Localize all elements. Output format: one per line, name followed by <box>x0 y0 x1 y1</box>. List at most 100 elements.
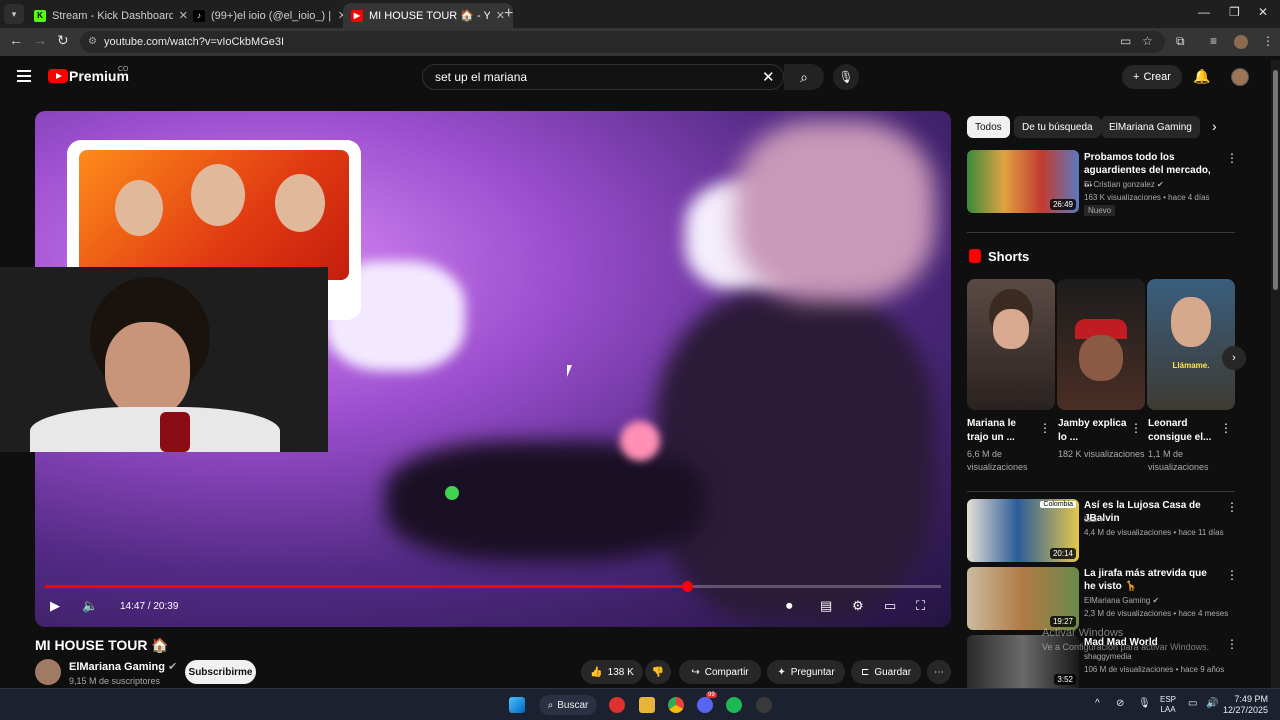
more-vert-icon[interactable]: ⋮ <box>1130 421 1142 435</box>
user-avatar[interactable] <box>1231 68 1249 86</box>
rec-channel-text: El Cristian gonzalez <box>1084 180 1155 189</box>
chip-channel[interactable]: ElMariana Gaming <box>1101 116 1200 138</box>
obs-icon[interactable] <box>609 697 625 713</box>
more-vert-icon[interactable]: ⋮ <box>1039 421 1051 435</box>
search-button[interactable]: ⌕ <box>784 64 824 90</box>
cast-icon[interactable]: ▭ <box>1120 34 1131 48</box>
chevron-right-icon[interactable]: › <box>1212 118 1217 134</box>
channel-avatar[interactable] <box>35 659 61 685</box>
shorts-next-button[interactable]: › <box>1222 346 1246 370</box>
subscribe-button[interactable]: Subscribirme <box>185 660 256 684</box>
short-thumbnail[interactable]: Llámame. <box>1147 279 1235 410</box>
subtitles-icon[interactable]: ▤ <box>820 598 832 614</box>
autoplay-toggle-icon[interactable]: ⏺ <box>786 598 793 614</box>
bookmark-star-icon[interactable]: ☆ <box>1142 34 1153 48</box>
short-thumbnail[interactable] <box>967 279 1055 410</box>
ask-button[interactable]: ✦ Preguntar <box>767 660 845 684</box>
tab-kick[interactable]: K Stream - Kick Dashboard ✕ <box>26 3 196 28</box>
tray-app-icon[interactable]: ⊘ <box>1116 698 1124 709</box>
clear-search-icon[interactable]: ✕ <box>762 68 775 86</box>
short-views: 1,1 M de visualizaciones <box>1148 449 1209 472</box>
site-info-icon[interactable]: ⚙ <box>88 36 97 47</box>
tray-chevron-icon[interactable]: ^ <box>1095 698 1100 709</box>
tab-tiktok[interactable]: ♪ (99+)el ioio (@el_ioio_) | TikTok ✕ <box>185 3 355 28</box>
speaker-icon[interactable]: 🔊 <box>1206 698 1218 709</box>
like-button[interactable]: 👍 138 K <box>581 660 643 684</box>
dislike-button[interactable]: 👎 <box>645 660 671 684</box>
activate-line2: Ve a Configuración para activar Windows. <box>1042 642 1210 652</box>
activate-windows-watermark: Activar Windows Ve a Configuración para … <box>1042 626 1209 654</box>
settings-icon[interactable]: ⚙ <box>852 598 864 614</box>
taskbar-search[interactable]: ⌕ Buscar <box>539 695 597 715</box>
scrollbar-thumb[interactable] <box>1273 70 1278 290</box>
tray-mic-icon[interactable]: 🎙 <box>1138 698 1151 709</box>
rec-channel[interactable]: ElMariana Gaming ✔ <box>1084 596 1159 605</box>
theater-mode-icon[interactable]: ▭ <box>884 598 896 614</box>
more-vert-icon[interactable]: ⋮ <box>1226 500 1238 514</box>
chrome-icon[interactable] <box>668 697 684 713</box>
progress-scrubber[interactable] <box>681 581 693 592</box>
window-close-icon[interactable]: ✕ <box>1258 5 1268 19</box>
language-indicator[interactable]: ESP LAA <box>1160 695 1176 715</box>
restore-icon[interactable]: ❐ <box>1229 5 1240 19</box>
chip-from-search[interactable]: De tu búsqueda <box>1014 116 1101 138</box>
tab-youtube[interactable]: ▶ MI HOUSE TOUR 🏠 - YouTube ✕ <box>343 3 513 28</box>
taskbar-clock[interactable]: 7:49 PM 12/27/2025 <box>1222 694 1268 716</box>
page-scrollbar[interactable] <box>1271 60 1280 688</box>
rec-thumbnail[interactable]: 19:27 <box>967 567 1079 630</box>
app-icon[interactable] <box>756 697 772 713</box>
webcam-overlay <box>0 267 328 452</box>
lang-primary: ESP <box>1160 695 1177 704</box>
menu-icon[interactable] <box>17 70 31 82</box>
more-actions-button[interactable]: ⋯ <box>927 660 951 684</box>
notifications-icon[interactable]: 🔔 <box>1193 68 1210 85</box>
short-title[interactable]: Leonard consigue el... <box>1148 417 1218 445</box>
windows-start-icon[interactable] <box>509 697 525 713</box>
extensions-icon[interactable]: ⧉ <box>1176 34 1185 49</box>
short-face <box>993 309 1029 349</box>
play-icon[interactable]: ▶ <box>50 598 60 614</box>
discord-icon[interactable]: 99 <box>697 692 717 713</box>
rec-channel[interactable]: Ibai ✔ <box>1084 515 1106 524</box>
rec-thumbnail[interactable]: Colombia 20:14 <box>967 499 1079 562</box>
volume-icon[interactable]: 🔈 <box>82 598 98 614</box>
rec-channel[interactable]: El Cristian gonzalez ✔ <box>1084 180 1164 189</box>
forward-icon[interactable]: → <box>33 32 47 48</box>
short-thumbnail[interactable] <box>1057 279 1145 410</box>
save-button[interactable]: ⊏ Guardar <box>851 660 921 684</box>
browser-menu-icon[interactable]: ⋮ <box>1262 34 1274 48</box>
short-face <box>1079 335 1123 381</box>
media-controls-icon[interactable]: ≡ <box>1210 34 1217 48</box>
short-title[interactable]: Mariana le trajo un ... <box>967 417 1037 445</box>
more-vert-icon[interactable]: ⋮ <box>1226 568 1238 582</box>
reload-icon[interactable]: ↻ <box>57 32 69 49</box>
video-progress-bar[interactable] <box>45 581 941 592</box>
activate-line1: Activar Windows <box>1042 627 1124 639</box>
more-vert-icon[interactable]: ⋮ <box>1226 151 1238 165</box>
create-button[interactable]: + Crear <box>1122 65 1182 89</box>
channel-name[interactable]: ElMariana Gaming ✔ <box>69 660 177 673</box>
more-vert-icon[interactable]: ⋮ <box>1226 637 1238 651</box>
back-icon[interactable]: ← <box>9 32 23 48</box>
more-vert-icon[interactable]: ⋮ <box>1220 421 1232 435</box>
minimize-icon[interactable]: — <box>1198 5 1210 19</box>
network-icon[interactable]: ▭ <box>1188 698 1197 709</box>
tab-search-icon[interactable]: ▾ <box>4 4 24 24</box>
profile-avatar[interactable] <box>1234 35 1248 49</box>
short-title[interactable]: Jamby explica lo ... <box>1058 417 1128 445</box>
youtube-logo[interactable] <box>48 69 68 83</box>
spotify-icon[interactable] <box>726 697 742 713</box>
rec-thumbnail[interactable]: 26:49 <box>967 150 1079 213</box>
url-field[interactable]: ⚙ youtube.com/watch?v=vIoCkbMGe3I <box>80 31 1165 53</box>
voice-search-button[interactable]: 🎙 <box>833 64 859 90</box>
search-input[interactable]: set up el mariana <box>422 64 784 90</box>
rec-meta: 106 M de visualizaciones • hace 9 años <box>1084 665 1225 674</box>
progress-fill <box>45 585 687 588</box>
kick-icon: K <box>34 9 46 22</box>
rec-title[interactable]: La jirafa más atrevida que he visto 🦒 <box>1084 567 1220 593</box>
new-tab-button[interactable]: + <box>504 5 513 23</box>
share-button[interactable]: ↪ Compartir <box>679 660 761 684</box>
fullscreen-icon[interactable]: ⛶ <box>916 598 925 614</box>
file-explorer-icon[interactable] <box>639 697 655 713</box>
chip-all[interactable]: Todos <box>967 116 1010 138</box>
